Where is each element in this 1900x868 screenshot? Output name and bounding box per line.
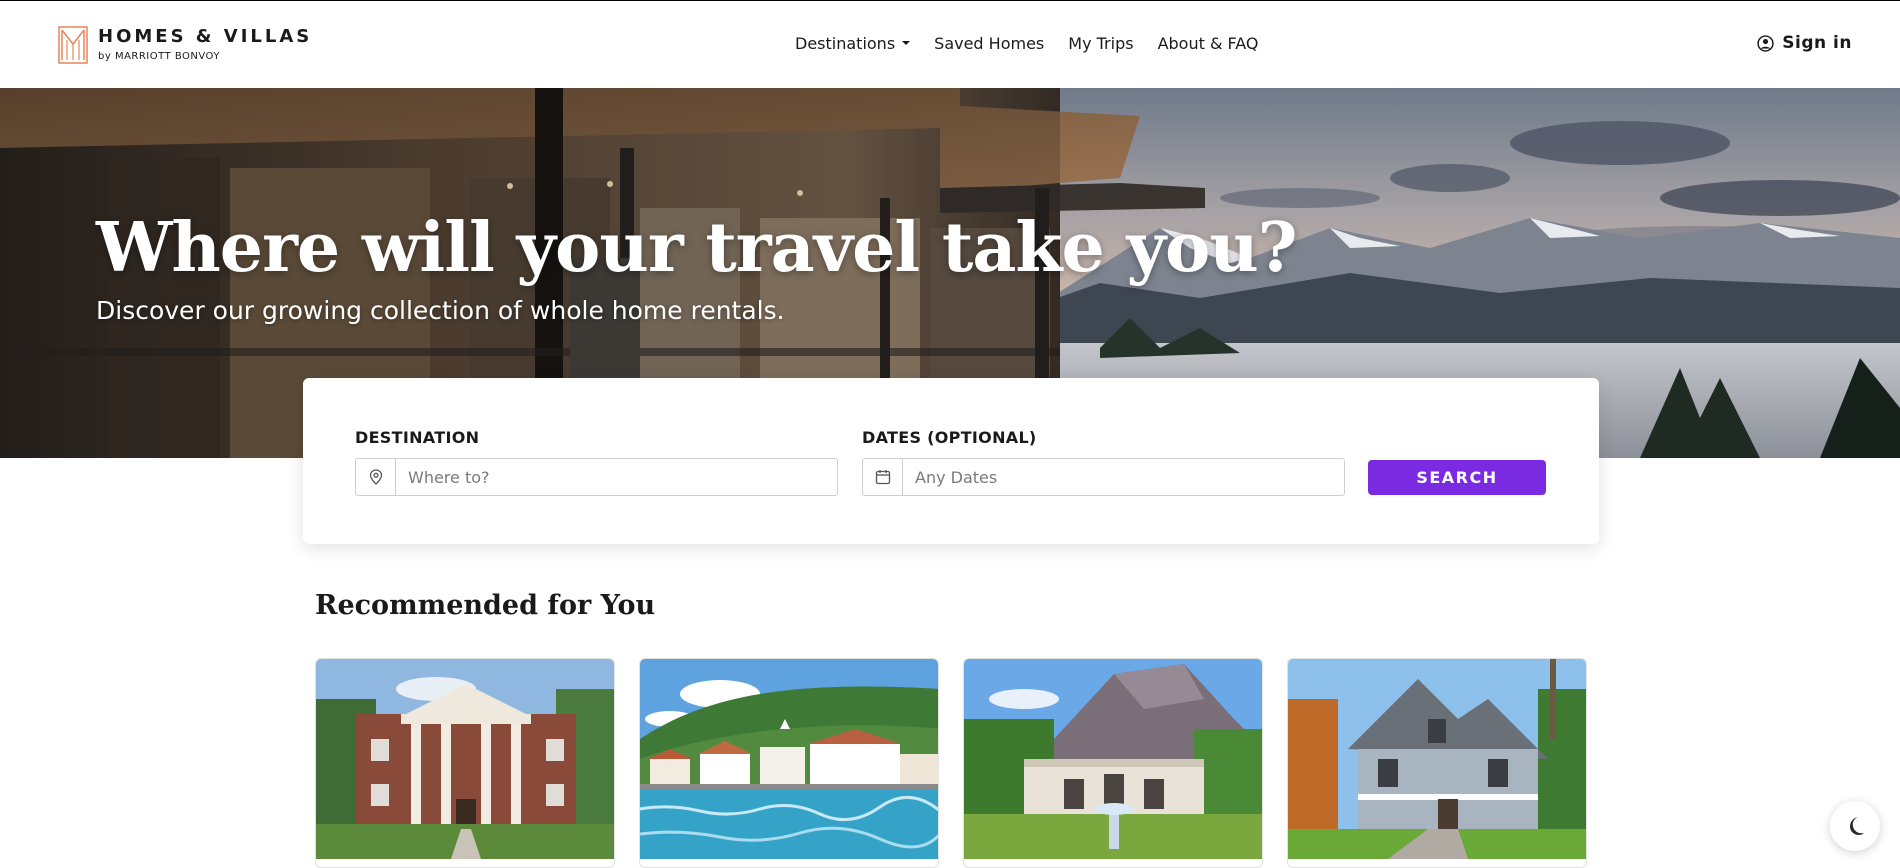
property-card[interactable]: [963, 658, 1263, 868]
calendar-icon: [863, 459, 903, 495]
nav-my-trips[interactable]: My Trips: [1068, 34, 1133, 53]
nav-destinations-label: Destinations: [795, 34, 896, 53]
recommended-cards: [315, 658, 1587, 868]
hero-title: Where will your travel take you?: [96, 208, 1298, 288]
sign-in-label: Sign in: [1782, 33, 1852, 53]
destination-input[interactable]: [396, 459, 837, 495]
site-header: HOMES & VILLAS by MARRIOTT BONVOY Destin…: [0, 0, 1900, 88]
waterfront-villas-image: [640, 659, 938, 859]
user-circle-icon: [1757, 34, 1774, 52]
property-card[interactable]: [1287, 658, 1587, 868]
mountain-palace-image: [964, 659, 1262, 859]
main-nav: Destinations Saved Homes My Trips About …: [795, 34, 1259, 53]
sign-in-button[interactable]: Sign in: [1757, 33, 1852, 53]
moon-icon: [1850, 817, 1864, 835]
property-card[interactable]: [315, 658, 615, 868]
dates-label: DATES (OPTIONAL): [862, 428, 1037, 447]
caret-down-icon: [902, 40, 911, 45]
logo[interactable]: HOMES & VILLAS by MARRIOTT BONVOY: [58, 26, 312, 64]
nav-destinations[interactable]: Destinations: [795, 34, 911, 53]
logo-subtitle: by MARRIOTT BONVOY: [98, 51, 220, 62]
property-card[interactable]: [639, 658, 939, 868]
recommended-title: Recommended for You: [315, 590, 656, 621]
victorian-house-image: [1288, 659, 1586, 859]
location-pin-icon: [356, 459, 396, 495]
dates-field[interactable]: [862, 458, 1345, 496]
search-panel: DESTINATION DATES (OPTIONAL) SEARCH: [303, 378, 1599, 544]
hero-subtitle: Discover our growing collection of whole…: [96, 296, 785, 325]
destination-label: DESTINATION: [355, 428, 480, 447]
logo-title: HOMES & VILLAS: [98, 26, 313, 47]
colonial-mansion-image: [316, 659, 614, 859]
destination-field[interactable]: [355, 458, 838, 496]
logo-mark-icon: [58, 26, 88, 64]
theme-toggle-button[interactable]: [1830, 801, 1880, 851]
nav-saved-homes[interactable]: Saved Homes: [934, 34, 1044, 53]
dates-input[interactable]: [903, 459, 1344, 495]
nav-about-faq[interactable]: About & FAQ: [1158, 34, 1259, 53]
search-button[interactable]: SEARCH: [1368, 460, 1546, 495]
